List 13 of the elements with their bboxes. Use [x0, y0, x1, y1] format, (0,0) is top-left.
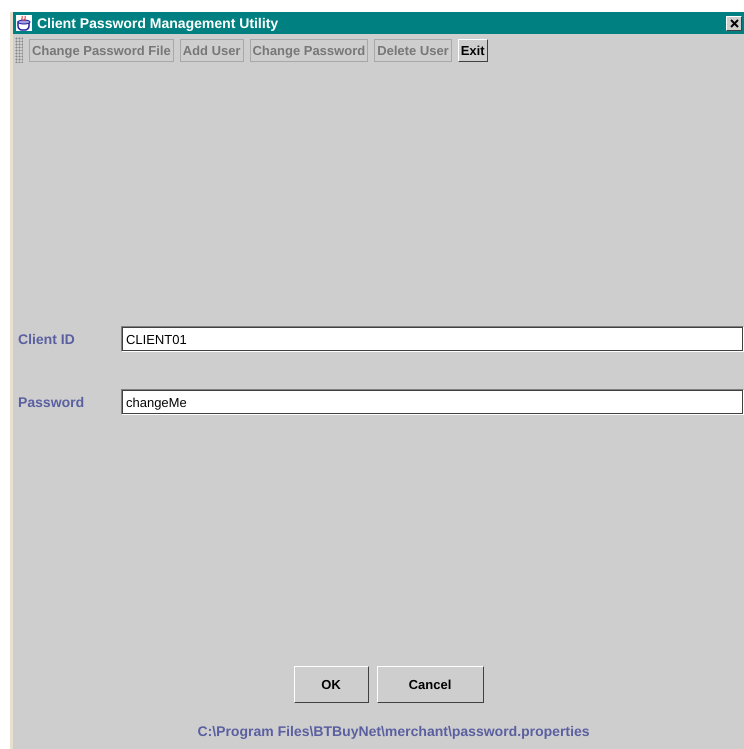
close-icon [730, 18, 738, 28]
toolbar-button[interactable]: Exit [458, 38, 488, 62]
close-button[interactable] [726, 16, 742, 30]
dialog-button[interactable]: Cancel [376, 666, 484, 703]
window-title: Client Password Management Utility [37, 15, 280, 31]
coffee-cup-icon [15, 14, 33, 32]
file-path: C:\Program Files\BTBuyNet\merchant\password.properties [196, 722, 591, 741]
field-label: Client ID [18, 331, 76, 347]
toolbar-grip[interactable] [15, 37, 23, 63]
dialog-button[interactable]: OK [294, 666, 368, 703]
input-field[interactable]: changeMe [121, 389, 744, 415]
field-label: Password [18, 394, 86, 410]
input-field[interactable]: CLIENT01 [121, 326, 744, 352]
